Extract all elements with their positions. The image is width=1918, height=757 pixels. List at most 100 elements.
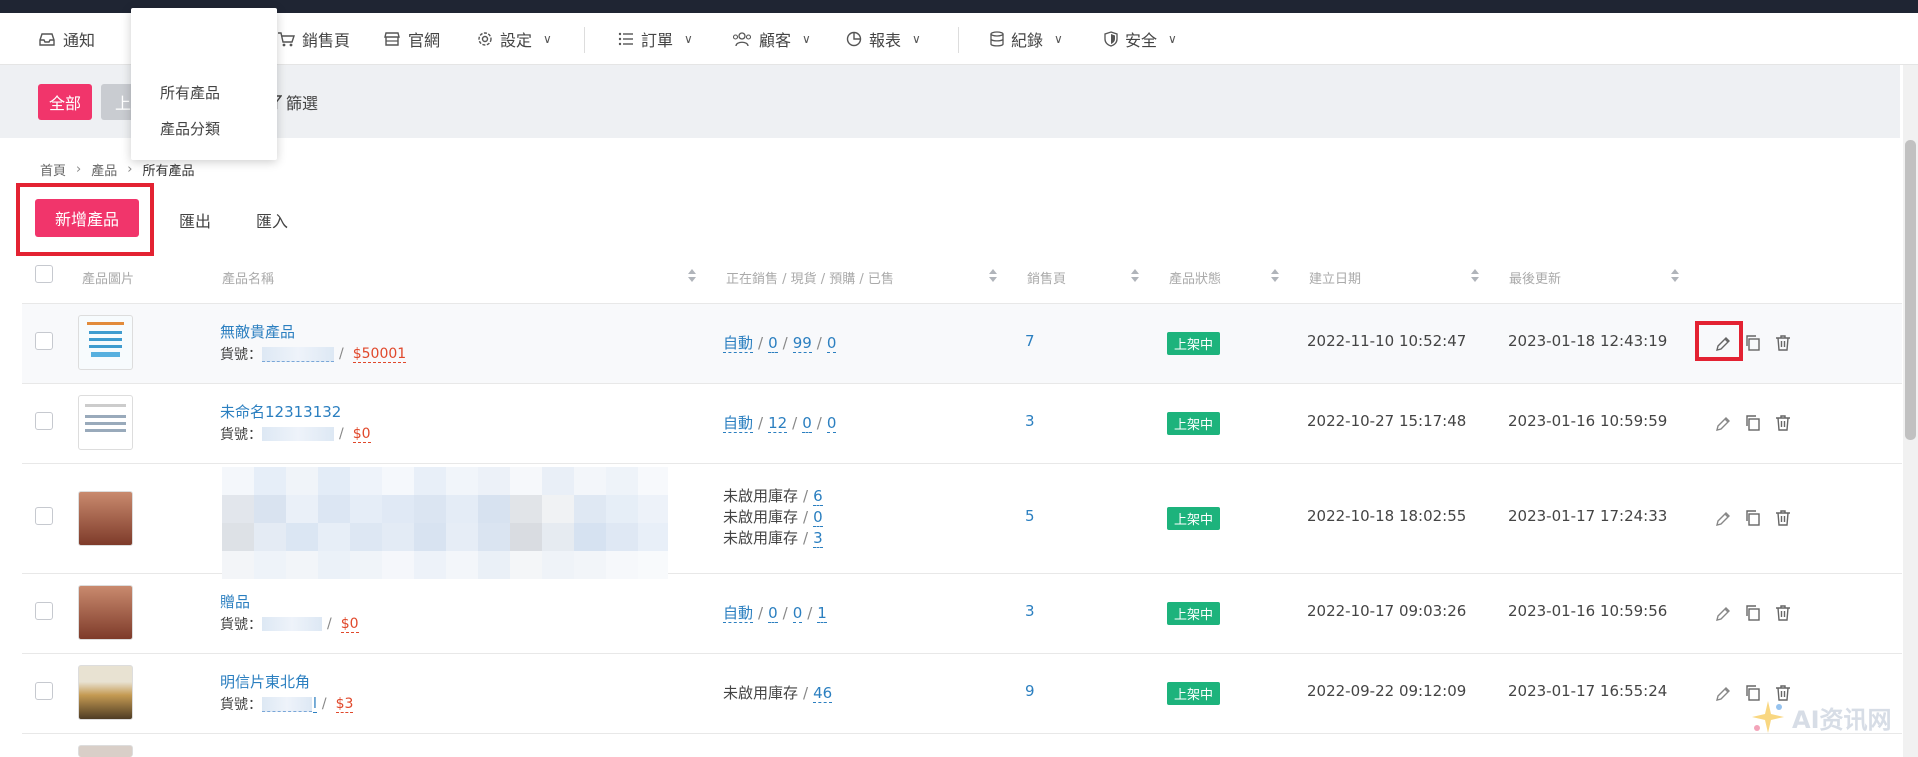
chevron-right-icon: ›: [127, 162, 133, 177]
column-stock: 正在銷售 / 現貨 / 預購 / 已售: [726, 272, 894, 287]
edit-icon[interactable]: [1714, 415, 1732, 433]
sku-value-blurred: [262, 346, 334, 362]
table-row[interactable]: 無敵貴產品 貨號： / $50001 自動/0/99/0 7 上架中 2022-…: [22, 304, 1902, 384]
table-row[interactable]: 未命名12313132 貨號： / $0 自動/12/0/0 3 上架中 202…: [22, 384, 1902, 464]
scrollbar-thumb[interactable]: [1905, 140, 1916, 440]
product-name-link[interactable]: 無敵貴產品: [220, 321, 295, 342]
breadcrumb-products[interactable]: 產品: [91, 160, 117, 179]
row-checkbox[interactable]: [35, 602, 53, 620]
product-name-link[interactable]: 未命名12313132: [220, 401, 341, 422]
stock-value[interactable]: 3: [813, 529, 823, 548]
stock-value[interactable]: 0: [826, 334, 837, 353]
nav-orders[interactable]: 訂單 ∨: [618, 13, 693, 64]
nav-sales-page[interactable]: 銷售頁: [277, 13, 350, 64]
product-price[interactable]: $0: [352, 426, 371, 443]
sales-page-count[interactable]: 3: [1025, 602, 1035, 620]
row-checkbox[interactable]: [35, 507, 53, 525]
nav-customers[interactable]: 顧客 ∨: [732, 13, 811, 64]
sort-icon[interactable]: [988, 267, 998, 285]
chevron-down-icon: ∨: [543, 31, 552, 46]
sales-page-count[interactable]: 5: [1025, 507, 1035, 525]
product-price[interactable]: $0: [340, 616, 359, 633]
nav-website[interactable]: 官網: [383, 13, 440, 64]
stock-value[interactable]: 46: [813, 684, 833, 703]
column-sales-page: 銷售頁: [1027, 272, 1067, 287]
nav-logs[interactable]: 紀錄 ∨: [990, 13, 1063, 64]
product-name-link[interactable]: 贈品: [220, 591, 250, 612]
watermark-text: AI资讯网: [1792, 705, 1892, 734]
copy-icon[interactable]: [1744, 604, 1762, 622]
shield-icon: [1104, 30, 1118, 47]
row-checkbox[interactable]: [35, 332, 53, 350]
menu-item-categories[interactable]: 產品分類: [160, 118, 220, 139]
stock-mode[interactable]: 自動: [723, 334, 754, 353]
stock-value[interactable]: 99: [792, 334, 812, 353]
trash-icon[interactable]: [1774, 334, 1792, 352]
nav-customers-label: 顧客: [759, 30, 792, 50]
trash-icon[interactable]: [1774, 509, 1792, 527]
row-checkbox[interactable]: [35, 682, 53, 700]
stock-value[interactable]: 0: [768, 604, 778, 623]
breadcrumb-home[interactable]: 首頁: [40, 160, 66, 179]
nav-notify[interactable]: 通知: [38, 13, 95, 64]
select-all-checkbox[interactable]: [35, 265, 53, 283]
copy-icon[interactable]: [1744, 509, 1762, 527]
nav-settings[interactable]: 設定 ∨: [477, 13, 552, 64]
stock-value[interactable]: 0: [802, 414, 812, 433]
stock-value[interactable]: 0: [768, 334, 778, 353]
table-row[interactable]: 明信片東北角 貨號： l / $3 未啟用庫存/46 9 上架中 2022-09…: [22, 654, 1902, 734]
product-price[interactable]: $3: [335, 696, 354, 713]
sort-icon[interactable]: [1270, 267, 1280, 285]
cart-icon: [278, 31, 295, 46]
table-row[interactable]: [22, 734, 1902, 757]
sales-page-count[interactable]: 3: [1025, 412, 1035, 430]
stock-summary: 自動/12/0/0: [723, 414, 837, 433]
table-row[interactable]: 贈品 貨號： / $0 自動/0/0/1 3 上架中 2022-10-17 09…: [22, 574, 1902, 654]
stock-value[interactable]: 0: [826, 414, 837, 433]
copy-icon[interactable]: [1744, 334, 1762, 352]
stock-value[interactable]: 0: [813, 508, 823, 527]
nav-security[interactable]: 安全 ∨: [1104, 13, 1177, 64]
trash-icon[interactable]: [1774, 604, 1792, 622]
edit-icon[interactable]: [1714, 335, 1732, 353]
stock-mode[interactable]: 自動: [723, 414, 754, 433]
nav-logs-label: 紀錄: [1011, 30, 1044, 50]
sku-value-blurred: [262, 617, 322, 631]
product-name-link[interactable]: 明信片東北角: [220, 671, 310, 692]
sort-icon[interactable]: [1470, 267, 1480, 285]
edit-icon[interactable]: [1714, 510, 1732, 528]
sales-page-count[interactable]: 7: [1025, 332, 1035, 350]
created-date: 2022-09-22 09:12:09: [1307, 682, 1467, 700]
copy-icon[interactable]: [1744, 414, 1762, 432]
updated-date: 2023-01-16 10:59:56: [1508, 602, 1668, 620]
nav-reports-label: 報表: [869, 30, 902, 50]
nav-divider: [958, 27, 959, 53]
menu-item-all-products[interactable]: 所有產品: [160, 82, 220, 103]
list-icon: [618, 32, 633, 45]
nav-notify-label: 通知: [63, 30, 96, 50]
created-date: 2022-10-18 18:02:55: [1307, 507, 1467, 525]
stock-value[interactable]: 6: [813, 487, 823, 506]
sort-icon[interactable]: [687, 267, 697, 285]
product-price[interactable]: $50001: [352, 346, 407, 363]
trash-icon[interactable]: [1774, 414, 1792, 432]
stock-label: 未啟用庫存: [723, 529, 799, 547]
edit-icon[interactable]: [1714, 685, 1732, 703]
chevron-down-icon: ∨: [684, 31, 693, 46]
export-button[interactable]: 匯出: [179, 208, 211, 232]
import-button[interactable]: 匯入: [256, 208, 288, 232]
stock-value[interactable]: 1: [817, 604, 827, 623]
column-name: 產品名稱: [222, 272, 275, 287]
filter-all-button[interactable]: 全部: [38, 84, 92, 120]
add-product-button[interactable]: 新增產品: [35, 199, 139, 237]
sales-page-count[interactable]: 9: [1025, 682, 1035, 700]
stock-mode[interactable]: 自動: [723, 604, 754, 623]
stock-value[interactable]: 12: [768, 414, 788, 433]
sort-icon[interactable]: [1130, 267, 1140, 285]
users-icon: [732, 31, 752, 46]
nav-reports[interactable]: 報表 ∨: [846, 13, 921, 64]
edit-icon[interactable]: [1714, 605, 1732, 623]
row-checkbox[interactable]: [35, 412, 53, 430]
sort-icon[interactable]: [1670, 267, 1680, 285]
stock-value[interactable]: 0: [792, 604, 803, 623]
